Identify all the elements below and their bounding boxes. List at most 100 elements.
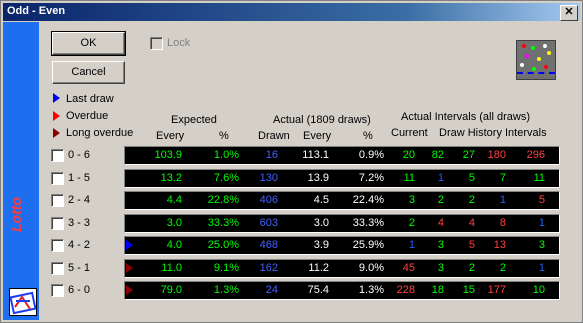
- cell-history-interval: 3: [538, 239, 545, 251]
- cell-history-interval: 11: [533, 172, 545, 184]
- header-history: Draw History Intervals: [439, 127, 547, 139]
- cell-act-pct: 25.9%: [352, 239, 384, 251]
- cell-exp-pct: 22.8%: [207, 194, 239, 206]
- row-label: 1 - 5: [68, 172, 91, 184]
- cell-exp-pct: 9.1%: [213, 262, 239, 274]
- row-checkbox[interactable]: [51, 172, 64, 185]
- cell-current-interval: 20: [402, 149, 415, 161]
- cell-act-pct: 9.0%: [358, 262, 384, 274]
- thumb-dot: [544, 65, 548, 69]
- last-draw-marker-icon: [53, 93, 60, 103]
- ok-button[interactable]: OK: [51, 31, 126, 56]
- cancel-button[interactable]: Cancel: [52, 61, 125, 84]
- header-act-pct: %: [363, 130, 373, 142]
- cell-current-interval: 45: [402, 262, 415, 274]
- cell-act-pct: 7.2%: [358, 172, 384, 184]
- cell-history-interval: 5: [468, 172, 475, 184]
- cell-history-interval: 7: [499, 172, 506, 184]
- row-checkbox[interactable]: [51, 239, 64, 252]
- sidebar-banner: Lotto: [3, 22, 39, 320]
- last-draw-marker-icon: [126, 240, 133, 250]
- cell-drawn: 603: [259, 217, 278, 229]
- cell-current-interval: 11: [403, 172, 415, 184]
- cell-exp-every: 103.9: [154, 149, 182, 161]
- dialog-window: Odd - Even ✕ Lotto OK Cancel Lock Last d…: [0, 0, 583, 323]
- cell-history-interval: 4: [468, 217, 475, 229]
- table-row: 4.0 25.0% 468 3.9 25.9% 1 3 5 13 3: [124, 236, 560, 255]
- cell-history-interval: 1: [538, 217, 545, 229]
- table-row: 3.0 33.3% 603 3.0 33.3% 2 4 4 8 1: [124, 214, 560, 233]
- row-checkbox[interactable]: [51, 194, 64, 207]
- row-label: 5 - 1: [68, 262, 91, 274]
- cell-history-interval: 8: [499, 217, 506, 229]
- row-checkbox[interactable]: [51, 149, 64, 162]
- thumb-baseline: [517, 72, 555, 74]
- overdue-marker-icon: [53, 111, 60, 121]
- row-label: 6 - 0: [68, 284, 91, 296]
- cell-current-interval: 3: [408, 194, 415, 206]
- cell-history-interval: 27: [462, 149, 475, 161]
- header-current: Current: [391, 127, 428, 139]
- cell-drawn: 16: [265, 149, 278, 161]
- cell-exp-every: 79.0: [160, 284, 182, 296]
- thumb-dot: [543, 44, 547, 48]
- cell-act-every: 11.2: [308, 262, 329, 274]
- cell-drawn: 162: [259, 262, 278, 274]
- cell-drawn: 406: [259, 194, 278, 206]
- cell-history-interval: 2: [468, 262, 475, 274]
- header-exp-pct: %: [219, 130, 229, 142]
- thumb-dot: [547, 51, 551, 55]
- cell-exp-pct: 1.0%: [213, 149, 239, 161]
- window-title: Odd - Even: [7, 5, 66, 17]
- cell-drawn: 468: [259, 239, 278, 251]
- app-logo-icon: [9, 288, 37, 316]
- cell-act-every: 13.9: [307, 172, 329, 184]
- cell-history-interval: 10: [532, 284, 545, 296]
- cell-exp-every: 13.2: [160, 172, 182, 184]
- legend-last-draw: Last draw: [66, 93, 114, 105]
- lock-checkbox[interactable]: [150, 37, 163, 50]
- thumb-dot: [525, 54, 529, 58]
- table-row: 11.0 9.1% 162 11.2 9.0% 45 3 2 2 1: [124, 259, 560, 278]
- long-overdue-marker-icon: [126, 263, 133, 273]
- cell-history-interval: 18: [431, 284, 444, 296]
- odd-even-thumbnail: [516, 40, 556, 80]
- cell-history-interval: 296: [526, 149, 545, 161]
- cell-act-every: 113.1: [302, 149, 329, 161]
- legend-overdue: Overdue: [66, 110, 109, 122]
- close-button[interactable]: ✕: [560, 5, 578, 21]
- lock-label: Lock: [167, 37, 191, 49]
- header-expected: Expected: [171, 114, 217, 126]
- table-row: 79.0 1.3% 24 75.4 1.3% 228 18 15 177 10: [124, 281, 560, 300]
- cell-history-interval: 177: [487, 284, 506, 296]
- cell-history-interval: 1: [538, 262, 545, 274]
- header-act-every: Every: [303, 130, 332, 142]
- cell-current-interval: 1: [408, 239, 415, 251]
- cell-history-interval: 4: [437, 217, 444, 229]
- cell-act-pct: 22.4%: [352, 194, 384, 206]
- row-checkbox[interactable]: [51, 284, 64, 297]
- cell-exp-pct: 33.3%: [207, 217, 239, 229]
- thumb-dot: [531, 46, 535, 50]
- thumb-dot: [537, 57, 541, 61]
- cell-act-every: 4.5: [313, 194, 329, 206]
- header-actual: Actual (1809 draws): [273, 114, 371, 126]
- cell-act-every: 3.9: [313, 239, 329, 251]
- row-checkbox[interactable]: [51, 262, 64, 275]
- thumb-dot: [522, 44, 526, 48]
- cell-exp-every: 11.0: [161, 262, 182, 274]
- cell-history-interval: 2: [499, 262, 506, 274]
- title-bar[interactable]: Odd - Even ✕: [3, 3, 580, 21]
- cell-exp-pct: 7.6%: [213, 172, 239, 184]
- cell-exp-every: 4.0: [166, 239, 182, 251]
- table-row: 4.4 22.8% 406 4.5 22.4% 3 2 2 1 5: [124, 191, 560, 210]
- cell-act-every: 3.0: [313, 217, 329, 229]
- cell-act-every: 75.4: [307, 284, 329, 296]
- cell-exp-pct: 1.3%: [213, 284, 239, 296]
- cell-current-interval: 2: [408, 217, 415, 229]
- header-exp-every: Every: [156, 130, 185, 142]
- table-row: 103.9 1.0% 16 113.1 0.9% 20 82 27 180 296: [124, 146, 560, 165]
- cell-history-interval: 2: [437, 194, 444, 206]
- row-label: 4 - 2: [68, 239, 91, 251]
- row-checkbox[interactable]: [51, 217, 64, 230]
